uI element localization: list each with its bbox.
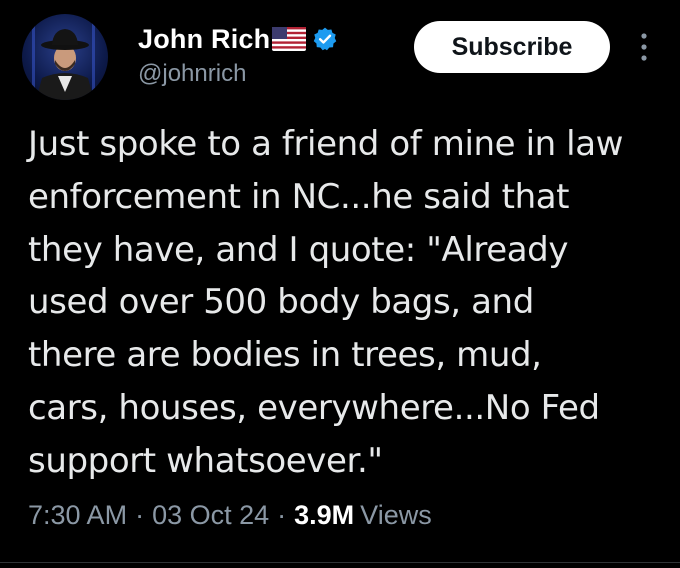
meta-separator: ·: [277, 500, 287, 530]
display-name[interactable]: John Rich: [138, 24, 270, 55]
author-name-row[interactable]: John Rich: [138, 22, 338, 56]
meta-separator: ·: [135, 500, 145, 530]
views-label: Views: [360, 500, 432, 530]
us-flag-icon: [272, 27, 307, 51]
tweet-meta: 7:30 AM · 03 Oct 24 · 3.9M Views: [28, 500, 432, 531]
subscribe-button[interactable]: Subscribe: [414, 21, 610, 73]
bottom-divider: [0, 562, 680, 563]
user-handle[interactable]: @johnrich: [138, 60, 246, 88]
more-options-icon[interactable]: [636, 28, 652, 68]
tweet-text: Just spoke to a friend of mine in law en…: [28, 124, 624, 481]
tweet-date[interactable]: 03 Oct 24: [152, 500, 269, 531]
verified-badge-icon[interactable]: [312, 26, 338, 52]
avatar-image: [32, 14, 95, 100]
tweet-time[interactable]: 7:30 AM: [28, 500, 127, 531]
views-count: 3.9M: [294, 500, 355, 530]
avatar[interactable]: [22, 14, 108, 100]
